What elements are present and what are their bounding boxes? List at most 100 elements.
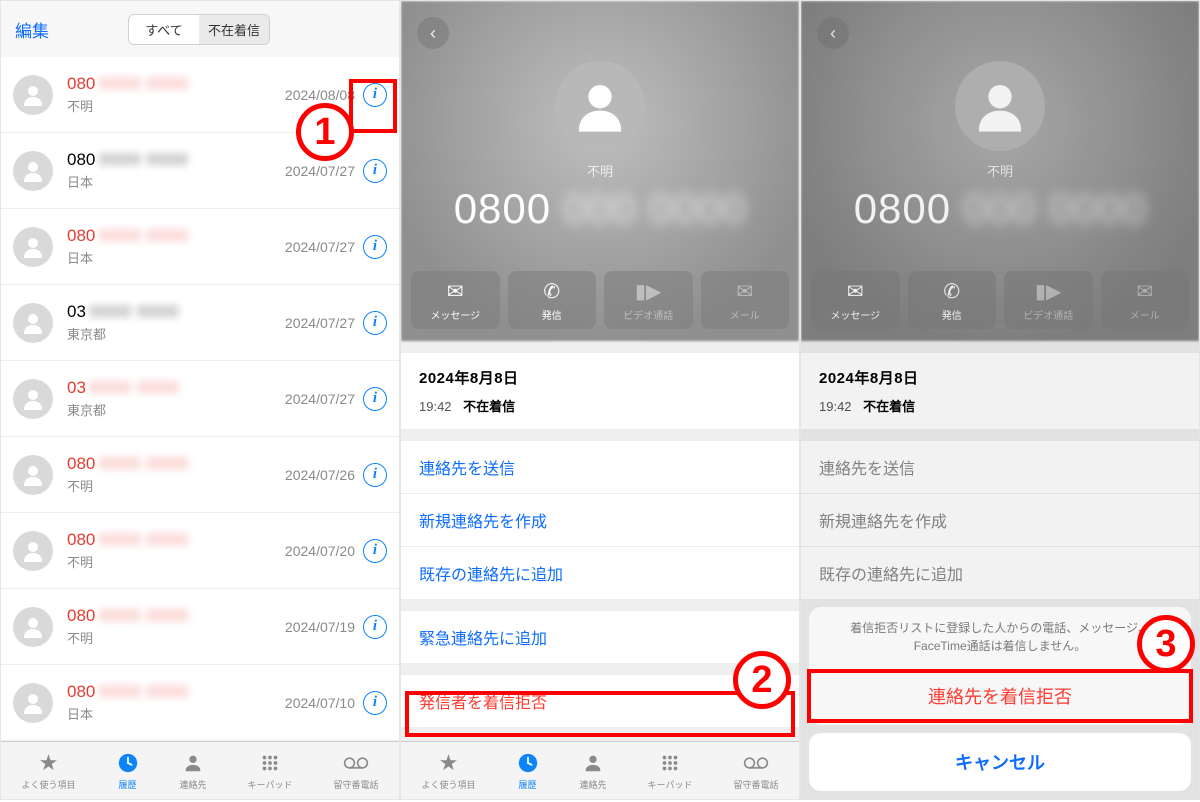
- voicemail-icon: [343, 750, 369, 776]
- action-call[interactable]: ✆発信: [508, 271, 597, 329]
- edit-button[interactable]: 編集: [15, 17, 49, 42]
- contact-name: 不明: [801, 161, 1199, 180]
- info-icon[interactable]: i: [363, 235, 387, 259]
- tab-label: 履歴: [519, 778, 537, 791]
- back-button[interactable]: ‹: [817, 17, 849, 49]
- avatar-icon: [13, 303, 53, 343]
- back-button[interactable]: ‹: [417, 17, 449, 49]
- share-contact: 連絡先を送信: [801, 441, 1199, 494]
- sheet-cancel[interactable]: キャンセル: [809, 733, 1191, 791]
- tab-bar: ★ よく使う項目 履歴 連絡先 キーパッド: [1, 741, 399, 799]
- nav-bar: 編集 すべて 不在着信: [1, 1, 399, 57]
- recents-screen: 編集 すべて 不在着信 0800000 0000不明2024/08/08i080…: [0, 0, 400, 800]
- avatar-icon: [13, 455, 53, 495]
- tab-voicemail[interactable]: 留守番電話: [733, 750, 778, 791]
- tab-recents[interactable]: 履歴: [117, 750, 139, 791]
- add-existing-contact[interactable]: 既存の連絡先に追加: [401, 547, 799, 599]
- info-icon[interactable]: i: [363, 387, 387, 411]
- phone-icon: ✆: [543, 279, 560, 304]
- recents-row[interactable]: 0800000 0000不明2024/07/20i: [1, 513, 399, 589]
- info-icon[interactable]: i: [363, 83, 387, 107]
- quick-actions: ✉メッセージ ✆発信 ▮▶ビデオ通話 ✉メール: [801, 271, 1199, 329]
- tab-label: よく使う項目: [22, 778, 76, 791]
- recents-row[interactable]: 0800000 0000日本2024/07/27i: [1, 209, 399, 285]
- message-icon: ✉: [447, 279, 464, 304]
- chevron-left-icon: ‹: [830, 23, 836, 44]
- tab-contacts[interactable]: 連絡先: [580, 750, 607, 791]
- info-icon[interactable]: i: [363, 463, 387, 487]
- origin-label: 日本: [67, 172, 285, 191]
- call-history-card: 2024年8月8日 19:42 不在着信: [401, 353, 799, 429]
- info-icon[interactable]: i: [363, 615, 387, 639]
- message-icon: ✉: [847, 279, 864, 304]
- segment-missed[interactable]: 不在着信: [199, 15, 269, 44]
- info-icon[interactable]: i: [363, 539, 387, 563]
- tab-favorites[interactable]: ★よく使う項目: [422, 750, 476, 791]
- sheet-block-contact[interactable]: 連絡先を着信拒否: [809, 667, 1191, 725]
- tab-voicemail[interactable]: 留守番電話: [333, 750, 378, 791]
- avatar-icon: [13, 607, 53, 647]
- contact-number: 0800 000 0000: [401, 185, 799, 233]
- info-icon[interactable]: i: [363, 311, 387, 335]
- create-contact[interactable]: 新規連絡先を作成: [401, 494, 799, 547]
- recents-row[interactable]: 0800000 0000日本2024/07/10i: [1, 665, 399, 741]
- avatar-icon: [13, 75, 53, 115]
- tab-label: 留守番電話: [733, 778, 778, 791]
- recents-row[interactable]: 030000 0000 東京都2024/07/27 i: [1, 285, 399, 361]
- detail-header: ‹ 不明 0800 000 0000 ✉メッセージ ✆発信 ▮▶ビデオ通話 ✉メ…: [401, 1, 799, 341]
- call-date: 2024/07/27: [285, 391, 355, 407]
- phone-number: 030000 0000: [67, 302, 285, 322]
- row-main: 030000 0000 東京都: [67, 302, 285, 343]
- row-main: 0800000 0000不明: [67, 454, 285, 495]
- recents-row[interactable]: 0800000 0000不明2024/08/08i: [1, 57, 399, 133]
- call-time: 19:42: [819, 399, 852, 414]
- recents-row[interactable]: 0800000 0000 不明2024/07/19 i: [1, 589, 399, 665]
- recents-row[interactable]: 0800000 0000日本2024/07/27i: [1, 133, 399, 209]
- recents-list: 0800000 0000不明2024/08/08i0800000 0000日本2…: [1, 57, 399, 741]
- block-confirm-screen: ‹ 不明 0800 000 0000 ✉メッセージ ✆発信 ▮▶ビデオ通話 ✉メ…: [800, 0, 1200, 800]
- origin-label: 東京都: [67, 324, 285, 343]
- origin-label: 不明: [67, 552, 285, 571]
- recents-row[interactable]: 0800000 0000不明2024/07/26i: [1, 437, 399, 513]
- share-contact[interactable]: 連絡先を送信: [401, 441, 799, 494]
- tab-contacts[interactable]: 連絡先: [180, 750, 207, 791]
- detail-header: ‹ 不明 0800 000 0000 ✉メッセージ ✆発信 ▮▶ビデオ通話 ✉メ…: [801, 1, 1199, 341]
- call-date: 2024/07/19: [285, 619, 355, 635]
- call-date: 2024/07/27: [285, 315, 355, 331]
- call-date: 2024年8月8日: [419, 367, 781, 388]
- tab-keypad[interactable]: キーパッド: [648, 750, 693, 791]
- call-date: 2024年8月8日: [819, 367, 1181, 388]
- action-message[interactable]: ✉メッセージ: [411, 271, 500, 329]
- action-label: メール: [1130, 307, 1160, 322]
- tab-recents[interactable]: 履歴: [517, 750, 539, 791]
- keypad-icon: [259, 750, 281, 776]
- number-redacted: 000 0000: [963, 185, 1146, 233]
- segment-all[interactable]: すべて: [129, 15, 199, 44]
- mail-icon: ✉: [1136, 279, 1153, 304]
- tab-keypad[interactable]: キーパッド: [248, 750, 293, 791]
- call-history-card: 2024年8月8日 19:42 不在着信: [801, 353, 1199, 429]
- origin-label: 不明: [67, 628, 285, 647]
- segmented-control[interactable]: すべて 不在着信: [128, 14, 270, 45]
- tab-favorites[interactable]: ★ よく使う項目: [22, 750, 76, 791]
- row-main: 0800000 0000不明: [67, 74, 285, 115]
- voicemail-icon: [743, 750, 769, 776]
- contact-number: 0800 000 0000: [801, 185, 1199, 233]
- avatar-icon: [13, 379, 53, 419]
- origin-label: 不明: [67, 476, 285, 495]
- tab-label: よく使う項目: [422, 778, 476, 791]
- person-icon: [182, 750, 204, 776]
- info-icon[interactable]: i: [363, 159, 387, 183]
- tab-label: 連絡先: [580, 778, 607, 791]
- action-call: ✆発信: [908, 271, 997, 329]
- phone-icon: ✆: [943, 279, 960, 304]
- contact-actions-card: 連絡先を送信 新規連絡先を作成 既存の連絡先に追加: [401, 441, 799, 599]
- call-type: 不在着信: [863, 399, 915, 414]
- recents-row[interactable]: 030000 0000東京都2024/07/27i: [1, 361, 399, 437]
- add-emergency-contact[interactable]: 緊急連絡先に追加: [401, 611, 799, 663]
- phone-number: 0800000 0000: [67, 606, 285, 626]
- block-caller[interactable]: 発信者を着信拒否: [401, 675, 799, 727]
- info-icon[interactable]: i: [363, 691, 387, 715]
- action-video: ▮▶ビデオ通話: [1004, 271, 1093, 329]
- origin-label: 東京都: [67, 400, 285, 419]
